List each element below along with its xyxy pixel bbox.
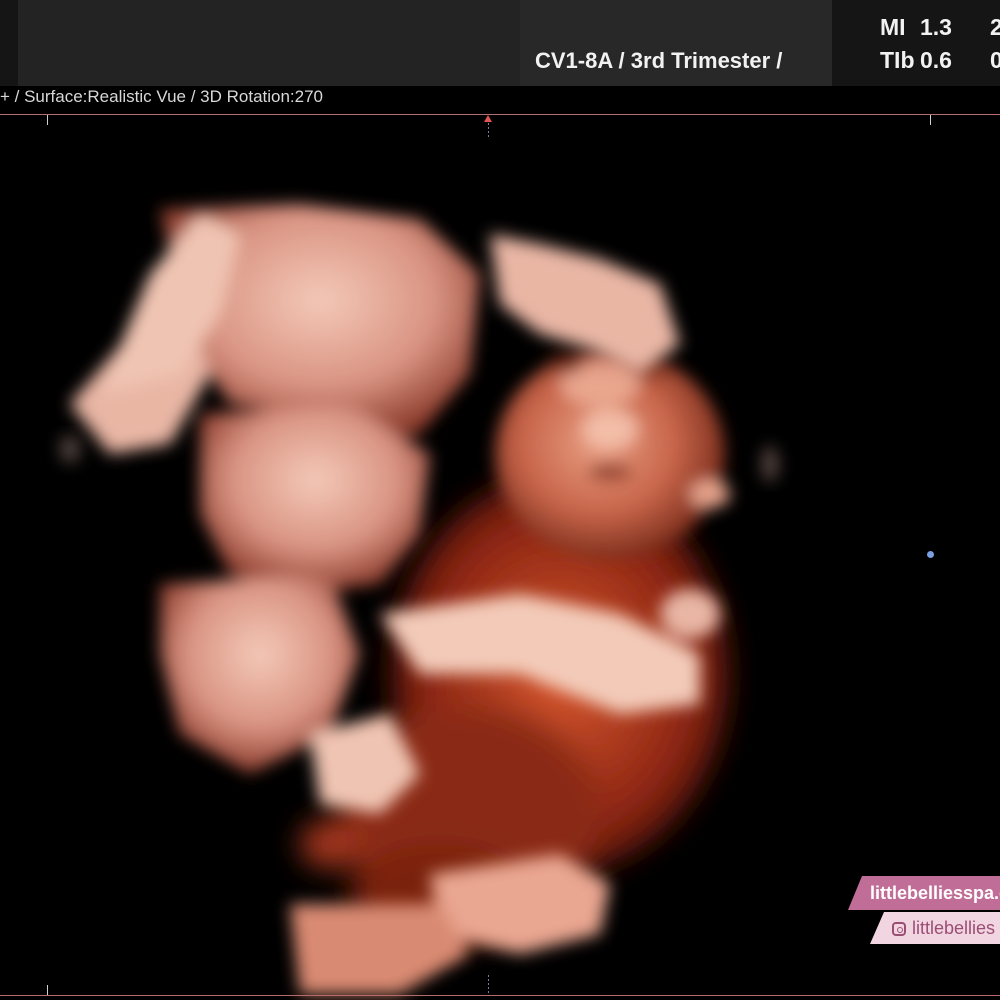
viewport-frame-top — [0, 114, 1000, 115]
mi-value: 1.3 — [920, 14, 952, 40]
frame-tick — [930, 115, 931, 125]
watermark-instagram: littlebellies — [870, 912, 1000, 944]
watermark-website: littlebelliesspa.c — [848, 876, 1000, 910]
tib-extra-value: 0 — [990, 47, 1000, 73]
center-marker-icon — [484, 115, 492, 122]
frame-tick — [47, 985, 48, 995]
center-guide-line — [488, 123, 489, 137]
tib-value: 0.6 — [920, 47, 952, 73]
instagram-icon — [892, 922, 906, 936]
header-left-panel — [18, 0, 520, 86]
tib-label: TIb — [880, 47, 915, 73]
center-guide-line — [488, 975, 489, 995]
viewport-frame-bottom — [0, 995, 1000, 996]
header-bar: CV1-8A / 3rd Trimester / MI 1.3 2 TIb 0.… — [0, 0, 1000, 86]
mi-label: MI — [880, 14, 906, 40]
watermark-instagram-handle: littlebellies — [912, 918, 996, 938]
mi-extra-value: 2 — [990, 14, 1000, 40]
focus-point-marker[interactable] — [927, 551, 934, 558]
render-settings-info: + / Surface:Realistic Vue / 3D Rotation:… — [0, 87, 324, 106]
frame-tick — [47, 115, 48, 125]
probe-info: CV1-8A / 3rd Trimester / — [535, 48, 783, 73]
